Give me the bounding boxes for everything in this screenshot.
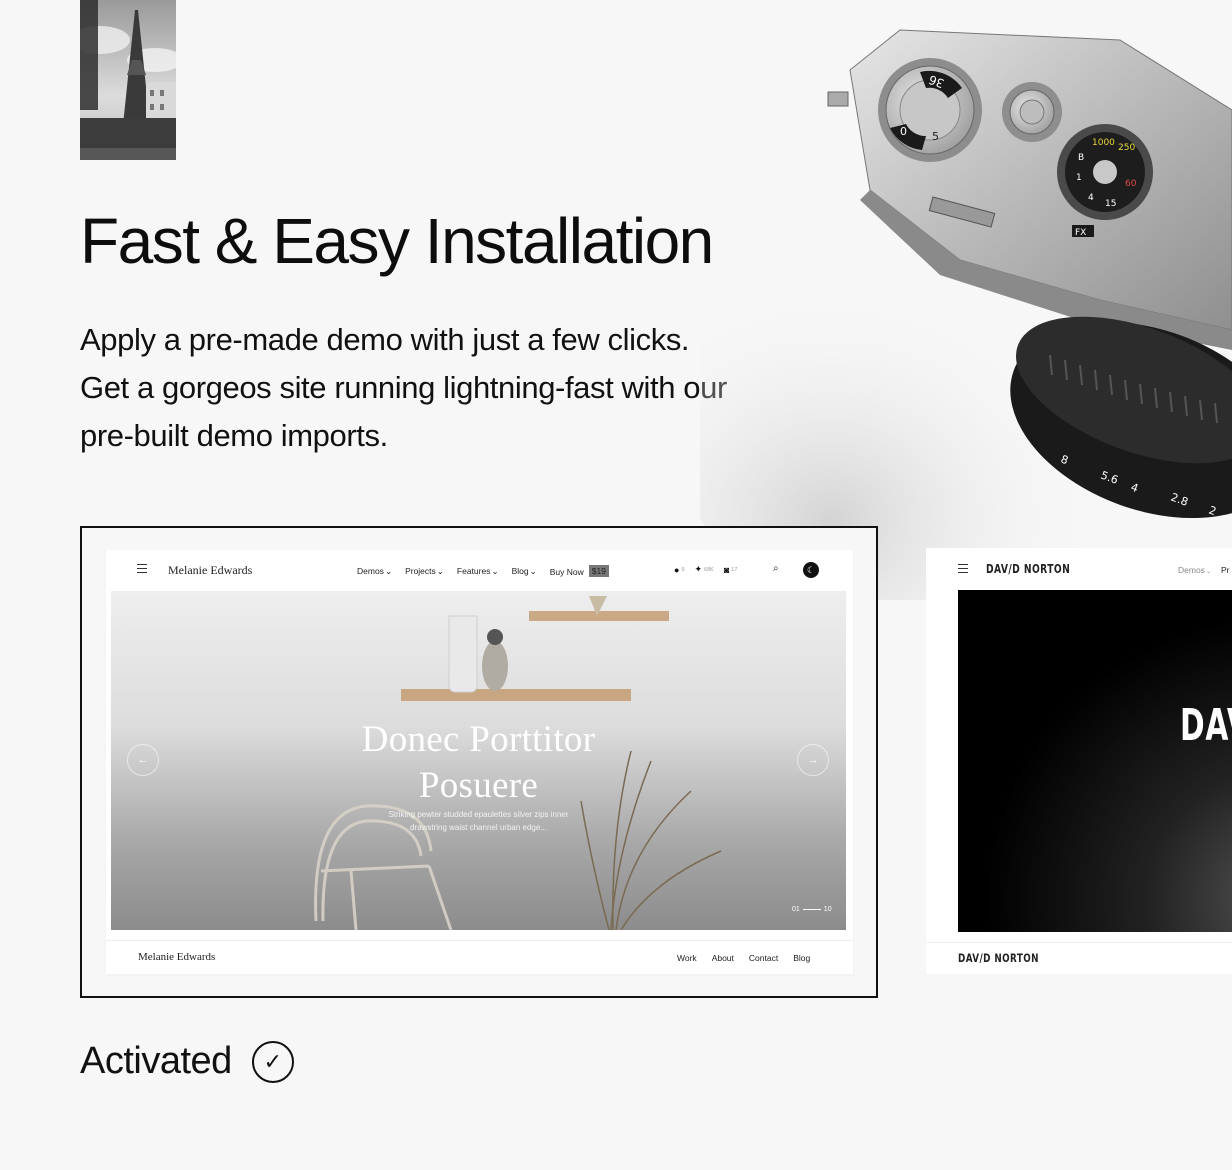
eiffel-tower-thumbnail — [80, 0, 176, 160]
slide-subtitle: Striking pewter studded epaulettes silve… — [388, 810, 569, 832]
demo-buy-now: Buy Now $19 — [550, 565, 609, 577]
svg-text:60: 60 — [1125, 179, 1137, 189]
svg-text:1: 1 — [1076, 173, 1082, 183]
demo-social-counts: ● 9 ✦ 68K ◙ 17 — [674, 564, 737, 575]
footer-link: Contact — [748, 953, 779, 963]
chevron-down-icon: ⌄ — [1205, 569, 1211, 575]
social-facebook: ● 9 — [674, 564, 685, 575]
chevron-down-icon: ⌄ — [384, 565, 393, 576]
demo-brand: Melanie Edwards — [168, 563, 253, 577]
footer-link: About — [711, 953, 734, 963]
checkmark-icon: ✓ — [251, 1040, 294, 1083]
chevron-down-icon: ⌄ — [529, 565, 537, 576]
intro-line: pre-built demo imports. — [80, 418, 388, 453]
demo-nav-menu: Demos⌄ Pr — [1178, 565, 1230, 575]
demo-nav-item: Features⌄ — [456, 565, 499, 576]
demo-hero-slide: Donec Porttitor Posuere Striking pewter … — [111, 591, 846, 930]
svg-text:15: 15 — [1105, 199, 1116, 209]
demo-nav-item: Demos⌄ — [357, 565, 393, 576]
intro-line: Apply a pre-made demo with just a few cl… — [80, 322, 690, 357]
svg-text:FX: FX — [1075, 228, 1086, 238]
footer-link: Blog — [793, 953, 811, 963]
social-twitter: ✦ 68K — [694, 564, 714, 574]
svg-text:5: 5 — [932, 130, 939, 143]
activated-label: Activated — [80, 1040, 232, 1082]
facebook-icon: ● — [674, 564, 680, 575]
intro-text: Apply a pre-made demo with just a few cl… — [80, 316, 800, 460]
search-icon: ⌕ — [773, 563, 779, 574]
footer-link: Work — [677, 953, 697, 963]
slide-title: DAV — [1180, 700, 1232, 751]
demo-brand: DAV/D NORTON — [986, 562, 1071, 576]
arrow-left-icon: ← — [127, 744, 159, 776]
demo-preview: Melanie Edwards Demos⌄ Projects⌄ Feature… — [106, 550, 853, 974]
demo-footer: Melanie Edwards Work About Contact Blog — [106, 940, 853, 974]
svg-text:4: 4 — [1088, 193, 1094, 203]
divider — [926, 942, 1232, 943]
dark-mode-icon: ☾ — [803, 562, 819, 578]
instagram-icon: ◙ — [723, 564, 730, 575]
demo-card-next[interactable]: DAV/D NORTON Demos⌄Pr DAV DAV/D NORTON — [926, 548, 1232, 974]
hamburger-icon — [137, 564, 147, 574]
footer-brand: DAV/D NORTON — [958, 951, 1039, 965]
arrow-right-icon: → — [797, 744, 829, 776]
price-badge: $19 — [588, 565, 609, 577]
hamburger-icon — [958, 564, 968, 576]
social-instagram: ◙ 17 — [723, 564, 738, 575]
intro-line: Get a gorgeos site running lightning-fas… — [80, 370, 727, 405]
demo-nav-menu: Demos⌄ Projects⌄ Features⌄ Blog⌄ Buy Now… — [357, 565, 609, 577]
slide-title: Donec Porttitor Posuere — [361, 719, 596, 806]
svg-text:1000: 1000 — [1092, 138, 1115, 148]
demo-card-selected[interactable]: Melanie Edwards Demos⌄ Projects⌄ Feature… — [80, 526, 878, 998]
page-title: Fast & Easy Installation — [80, 205, 714, 277]
demo-header: Melanie Edwards Demos⌄ Projects⌄ Feature… — [106, 550, 853, 591]
svg-text:B: B — [1078, 153, 1084, 163]
svg-text:250: 250 — [1118, 143, 1135, 153]
demo-nav-item: Projects⌄ — [405, 565, 444, 576]
slide-counter: 01 10 — [792, 906, 832, 913]
camera-illustration: 36 0 5 1000 250 60 B 1 4 15 FX 8 5.6 4 2… — [670, 0, 1232, 620]
chevron-down-icon: ⌄ — [491, 565, 499, 576]
footer-links: Work About Contact Blog — [677, 953, 810, 963]
demo-hero-slide: DAV — [958, 590, 1232, 932]
twitter-icon: ✦ — [694, 564, 703, 574]
footer-brand: Melanie Edwards — [138, 951, 216, 963]
activation-status: Activated ✓ — [80, 1040, 294, 1083]
demo-nav-item: Blog⌄ — [511, 565, 537, 576]
svg-text:0: 0 — [900, 125, 907, 138]
chevron-down-icon: ⌄ — [436, 565, 444, 576]
